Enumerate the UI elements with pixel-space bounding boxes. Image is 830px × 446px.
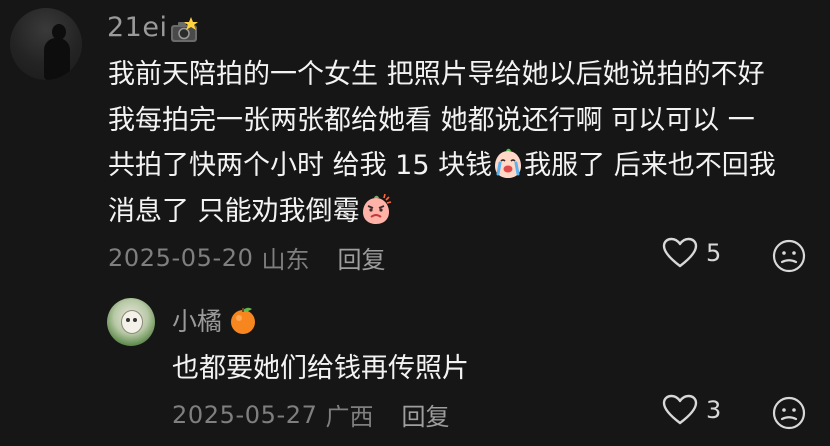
comment-line-1: 我前天陪拍的一个女生 把照片导给她以后她说拍的不好	[108, 59, 765, 90]
camera-flash-icon	[171, 16, 199, 42]
heart-icon	[662, 237, 698, 268]
avatar-silhouette-body	[44, 38, 70, 80]
replier-username-text: 小橘	[172, 307, 223, 336]
replier-username[interactable]: 小橘	[172, 302, 258, 338]
comment-line-4-text: 消息了 只能劝我倒霉	[108, 195, 360, 227]
avatar-eye	[126, 318, 130, 322]
comment-line-3b: 我服了 后来也不回我	[524, 150, 776, 181]
comment-body: 我前天陪拍的一个女生 把照片导给她以后她说拍的不好 我每拍完一张两张都给她看 她…	[108, 52, 818, 234]
avatar-face	[121, 310, 143, 334]
comment-line-4: 消息了 只能劝我倒霉	[108, 189, 818, 235]
heart-icon	[662, 394, 698, 425]
comment-like-button[interactable]: 5	[662, 237, 721, 269]
reply-like-button[interactable]: 3	[662, 394, 721, 426]
comment-line-2: 我每拍完一张两张都给她看 她都说还行啊 可以可以 一	[108, 104, 755, 136]
comment-reply-button[interactable]: 回复	[337, 240, 385, 275]
reply-body: 也都要她们给钱再传照片	[172, 353, 469, 384]
replier-avatar[interactable]	[107, 298, 155, 346]
dislike-face-icon[interactable]	[772, 396, 806, 430]
commenter-avatar[interactable]	[10, 8, 82, 80]
orange-fruit-icon	[231, 307, 256, 334]
comment-date: 2025-05-20	[108, 243, 254, 272]
angry-face-emoji	[362, 193, 391, 224]
reply-date: 2025-05-27	[172, 400, 318, 429]
comment-like-count: 5	[706, 239, 722, 267]
dislike-face-icon[interactable]	[772, 239, 806, 273]
comment-line-3a: 共拍了快两个小时 给我 15 块钱	[108, 150, 493, 181]
comment-line-3: 共拍了快两个小时 给我 15 块钱 我服了 后来也不回我	[108, 143, 818, 189]
comment-location: 山东	[261, 246, 310, 274]
crying-face-emoji	[495, 148, 522, 178]
comment-thread: 21ei 我前天陪拍的一个女生 把照片导给她以后她说拍的不好 我每拍完一张两张都…	[0, 0, 830, 446]
reply-location: 广西	[325, 403, 374, 431]
reply-like-count: 3	[706, 396, 722, 424]
avatar-eye	[133, 318, 137, 322]
commenter-username[interactable]: 21ei	[107, 12, 199, 43]
reply-reply-button[interactable]: 回复	[401, 397, 449, 432]
reply-meta: 2025-05-27 广西 回复	[172, 397, 449, 432]
commenter-username-text: 21ei	[107, 12, 168, 43]
comment-meta: 2025-05-20 山东 回复	[108, 240, 385, 275]
